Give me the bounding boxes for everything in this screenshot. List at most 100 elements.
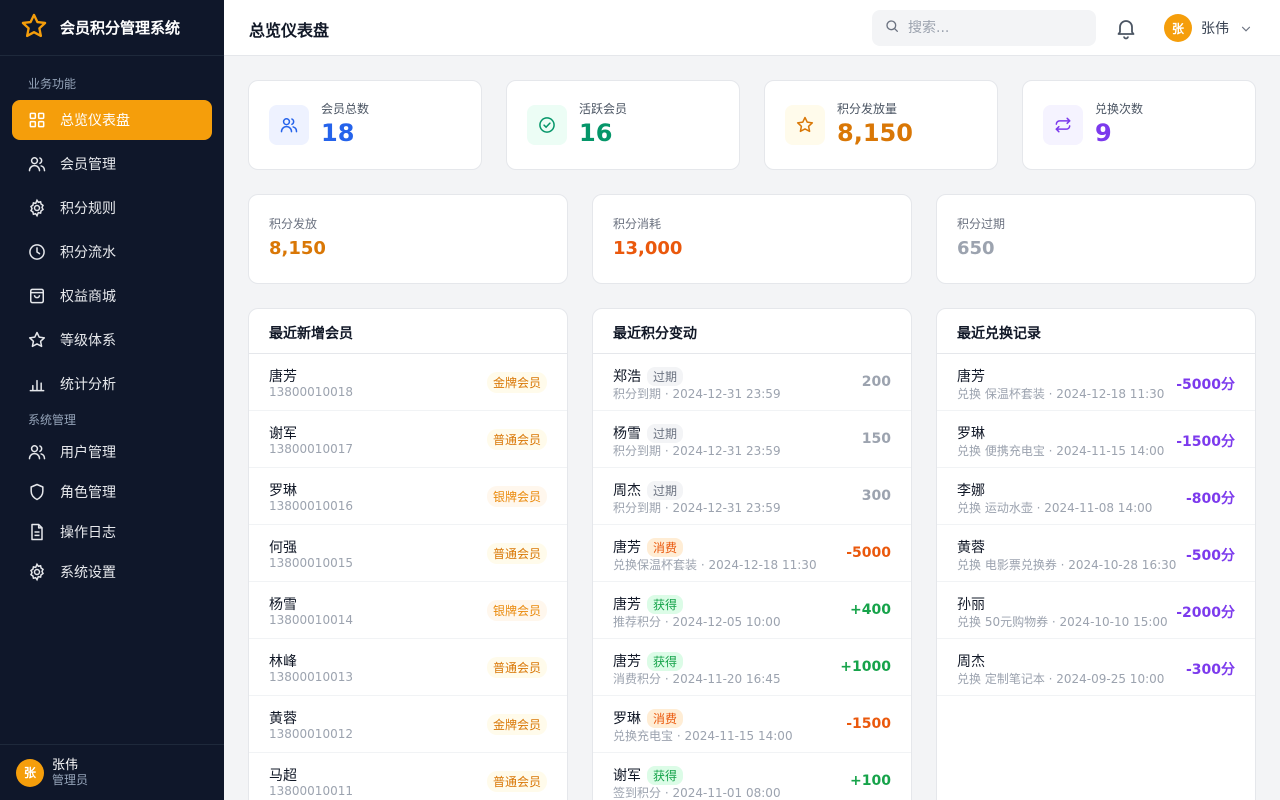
- points-change-row[interactable]: 郑浩 过期 积分到期 · 2024-12-31 23:59 200: [593, 354, 911, 411]
- sidebar-item-label: 会员管理: [60, 157, 116, 173]
- change-member: 唐芳 获得: [613, 594, 684, 614]
- member-name: 马超: [269, 768, 297, 784]
- sidebar-item-roles[interactable]: 角色管理: [12, 472, 212, 512]
- sidebar-user[interactable]: 张 张伟 管理员: [0, 744, 224, 800]
- user-menu[interactable]: 张 张伟: [1164, 14, 1253, 42]
- points-change-row[interactable]: 唐芳 获得 推荐积分 · 2024-12-05 10:00 +400: [593, 582, 911, 639]
- level-badge: 金牌会员: [486, 714, 547, 735]
- member-row[interactable]: 林峰 13800010013 普通会员: [249, 639, 567, 696]
- points-change-row[interactable]: 罗琳 消费 兑换充电宝 · 2024-11-15 14:00 -1500: [593, 696, 911, 753]
- member-name: 何强: [269, 540, 297, 556]
- change-type-tag: 过期: [647, 366, 684, 386]
- redemption-row[interactable]: 罗琳 兑换 便携充电宝 · 2024-11-15 14:00 -1500分: [937, 411, 1255, 468]
- summary-card-consumed: 积分消耗 13,000: [592, 194, 912, 284]
- level-badge: 普通会员: [486, 429, 547, 450]
- dashboard-icon: [26, 109, 48, 131]
- level-badge: 银牌会员: [486, 600, 547, 621]
- sidebar-item-label: 系统设置: [60, 565, 116, 581]
- recent-redemptions-panel: 最近兑换记录 唐芳 兑换 保温杯套装 · 2024-12-18 11:30 -500…: [936, 308, 1256, 800]
- redemption-row[interactable]: 周杰 兑换 定制笔记本 · 2024-09-25 10:00 -300分: [937, 639, 1255, 696]
- member-row[interactable]: 马超 13800010011 普通会员: [249, 753, 567, 800]
- change-amount: +400: [850, 602, 891, 618]
- section-label-system: 系统管理: [28, 413, 77, 427]
- stat-card-active: 活跃会员 16: [506, 80, 740, 170]
- sidebar-item-label: 统计分析: [60, 377, 116, 393]
- sidebar-item-label: 权益商城: [60, 289, 116, 305]
- stat-value: 9: [1095, 119, 1112, 147]
- change-description: 兑换保温杯套装 · 2024-12-18 11:30: [613, 558, 817, 572]
- change-description: 消费积分 · 2024-11-20 16:45: [613, 672, 781, 686]
- change-amount: -5000: [846, 545, 891, 561]
- member-row[interactable]: 黄蓉 13800010012 金牌会员: [249, 696, 567, 753]
- member-phone: 13800010015: [269, 556, 353, 570]
- points-change-row[interactable]: 唐芳 消费 兑换保温杯套装 · 2024-12-18 11:30 -5000: [593, 525, 911, 582]
- redemption-description: 兑换 定制笔记本 · 2024-09-25 10:00: [957, 672, 1165, 686]
- summary-label: 积分发放: [269, 217, 318, 231]
- member-row[interactable]: 何强 13800010015 普通会员: [249, 525, 567, 582]
- redemption-row[interactable]: 孙丽 兑换 50元购物券 · 2024-10-10 15:00 -2000分: [937, 582, 1255, 639]
- gear-icon: [26, 197, 48, 219]
- stat-value: 8,150: [837, 119, 913, 147]
- points-change-row[interactable]: 杨雪 过期 积分到期 · 2024-12-31 23:59 150: [593, 411, 911, 468]
- sidebar-item-points-flow[interactable]: 积分流水: [12, 232, 212, 272]
- member-row[interactable]: 杨雪 13800010014 银牌会员: [249, 582, 567, 639]
- change-member: 罗琳 消费: [613, 708, 684, 728]
- header: 总览仪表盘 张 张伟: [224, 0, 1280, 56]
- panel-title: 最近新增会员: [269, 326, 353, 342]
- redemption-row[interactable]: 黄蓉 兑换 电影票兑换券 · 2024-10-28 16:30 -500分: [937, 525, 1255, 582]
- sidebar-item-logs[interactable]: 操作日志: [12, 512, 212, 552]
- change-member-name: 周杰: [613, 483, 641, 499]
- sidebar-item-points-rules[interactable]: 积分规则: [12, 188, 212, 228]
- stat-label: 会员总数: [321, 102, 370, 116]
- redemption-amount: -500分: [1185, 548, 1235, 564]
- brand: 会员积分管理系统: [0, 0, 224, 56]
- member-phone: 13800010016: [269, 499, 353, 513]
- member-row[interactable]: 唐芳 13800010018 金牌会员: [249, 354, 567, 411]
- recent-members-panel: 最近新增会员 唐芳 13800010018 金牌会员 谢军 13800010017 普通会…: [248, 308, 568, 800]
- member-row[interactable]: 谢军 13800010017 普通会员: [249, 411, 567, 468]
- points-change-row[interactable]: 谢军 获得 签到积分 · 2024-11-01 08:00 +100: [593, 753, 911, 800]
- redemption-member-name: 孙丽: [957, 597, 985, 613]
- member-phone: 13800010014: [269, 613, 353, 627]
- change-type-tag: 获得: [647, 594, 684, 614]
- search-box[interactable]: [872, 10, 1096, 46]
- bar-chart-icon: [26, 373, 48, 395]
- summary-value: 8,150: [269, 238, 326, 259]
- redemption-member-name: 黄蓉: [957, 540, 985, 556]
- redemption-row[interactable]: 唐芳 兑换 保温杯套装 · 2024-12-18 11:30 -5000分: [937, 354, 1255, 411]
- stat-label: 兑换次数: [1095, 102, 1144, 116]
- change-member: 郑浩 过期: [613, 366, 684, 386]
- stat-card-members: 会员总数 18: [248, 80, 482, 170]
- sidebar-item-mall[interactable]: 权益商城: [12, 276, 212, 316]
- bell-icon[interactable]: [1114, 16, 1138, 40]
- search-input[interactable]: [908, 20, 1078, 36]
- summary-value: 13,000: [613, 238, 683, 259]
- change-type-tag: 消费: [647, 537, 684, 557]
- star-icon: [785, 105, 825, 145]
- level-badge: 银牌会员: [486, 486, 547, 507]
- points-change-row[interactable]: 唐芳 获得 消费积分 · 2024-11-20 16:45 +1000: [593, 639, 911, 696]
- sidebar-item-dashboard[interactable]: 总览仪表盘: [12, 100, 212, 140]
- level-badge: 普通会员: [486, 771, 547, 792]
- redemption-description: 兑换 便携充电宝 · 2024-11-15 14:00: [957, 444, 1165, 458]
- sidebar-item-settings[interactable]: 系统设置: [12, 552, 212, 592]
- change-member-name: 唐芳: [613, 654, 641, 670]
- member-phone: 13800010017: [269, 442, 353, 456]
- redemption-amount: -300分: [1185, 662, 1235, 678]
- change-member: 谢军 获得: [613, 765, 684, 785]
- sidebar-item-levels[interactable]: 等级体系: [12, 320, 212, 360]
- swap-icon: [1043, 105, 1083, 145]
- redemption-description: 兑换 保温杯套装 · 2024-12-18 11:30: [957, 387, 1165, 401]
- redemption-row[interactable]: 李娜 兑换 运动水壶 · 2024-11-08 14:00 -800分: [937, 468, 1255, 525]
- member-row[interactable]: 罗琳 13800010016 银牌会员: [249, 468, 567, 525]
- summary-label: 积分消耗: [613, 217, 662, 231]
- sidebar-item-user-management[interactable]: 用户管理: [12, 432, 212, 472]
- points-change-row[interactable]: 周杰 过期 积分到期 · 2024-12-31 23:59 300: [593, 468, 911, 525]
- level-badge: 普通会员: [486, 657, 547, 678]
- summary-value: 650: [957, 238, 995, 259]
- document-icon: [26, 521, 48, 543]
- redemption-amount: -5000分: [1176, 377, 1235, 393]
- sidebar-item-statistics[interactable]: 统计分析: [12, 364, 212, 404]
- sidebar-item-members[interactable]: 会员管理: [12, 144, 212, 184]
- change-amount: -1500: [846, 716, 891, 732]
